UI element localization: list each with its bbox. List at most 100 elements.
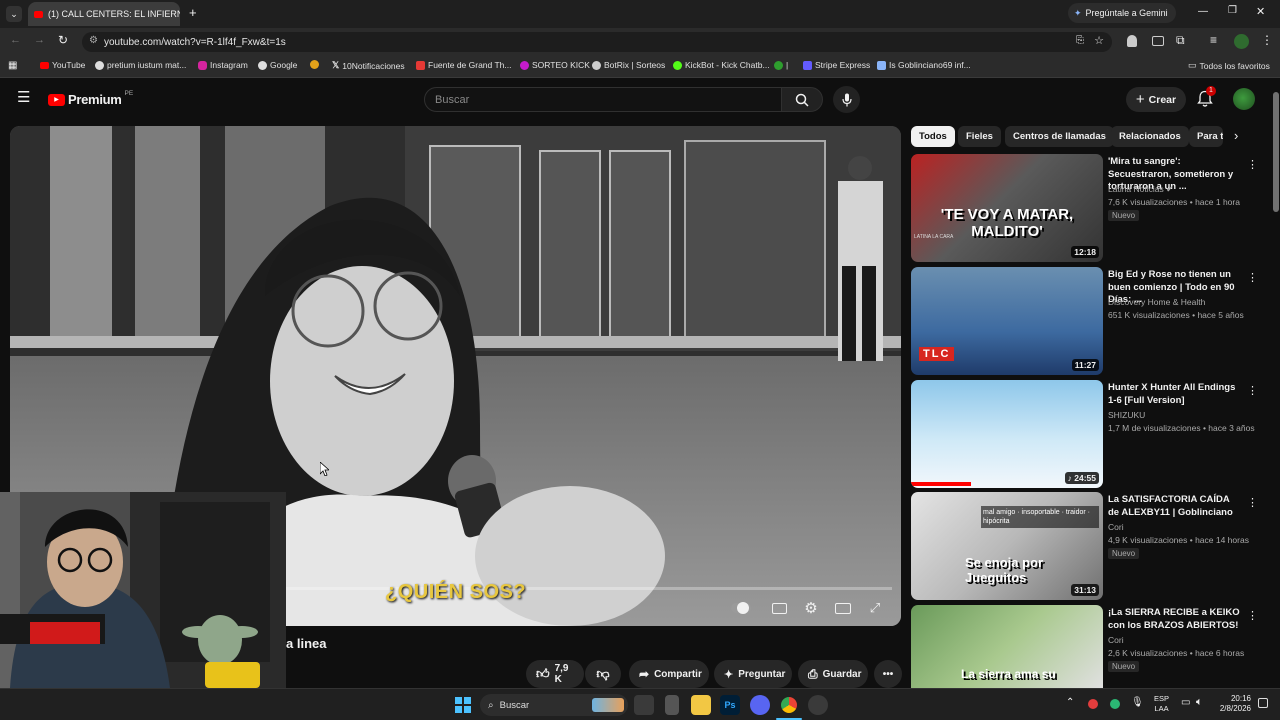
gemini-button[interactable]: ✦ Pregúntale a Gemini xyxy=(1068,3,1176,23)
subtitles-button[interactable] xyxy=(767,596,791,620)
new-tab-button[interactable]: + xyxy=(189,5,197,20)
recommendation-item[interactable]: 'TE VOY A MATAR, MALDITO' LATINA LA CARA… xyxy=(911,154,1261,262)
url-field[interactable]: ⚙ youtube.com/watch?v=R-1lf4f_Fxw&t=1s ⎘… xyxy=(82,32,1112,52)
video-thumbnail[interactable]: 'TE VOY A MATAR, MALDITO' LATINA LA CARA… xyxy=(911,154,1103,262)
chevron-up-icon[interactable]: ⌃ xyxy=(1066,697,1074,708)
recommendation-item[interactable]: mal amigo · insoportable · traidor · hip… xyxy=(911,492,1261,600)
recommendation-item[interactable]: TLC 11:27 Big Ed y Rose no tienen un bue… xyxy=(911,267,1261,375)
bookmark-colorful[interactable] xyxy=(310,60,319,69)
channel-name[interactable]: Latina Noticias ✔ xyxy=(1108,184,1173,195)
chip-todos[interactable]: Todos xyxy=(911,126,955,147)
more-vertical-icon[interactable]: ⋮ xyxy=(1247,496,1258,509)
hamburger-menu-icon[interactable]: ☰ xyxy=(17,90,30,105)
recommendation-item[interactable]: La sierra ama su ¡La SIERRA RECIBE a KEI… xyxy=(911,605,1261,688)
tab-active[interactable]: (1) CALL CENTERS: EL INFIERNO ✕ xyxy=(28,2,180,26)
taskbar-search[interactable]: ⌕ Buscar xyxy=(480,694,628,716)
channel-name[interactable]: Discovery Home & Health xyxy=(1108,297,1205,307)
site-info-icon[interactable]: ⚙ xyxy=(89,35,98,46)
photoshop-icon[interactable]: Ps xyxy=(720,695,740,715)
video-thumbnail[interactable]: La sierra ama su xyxy=(911,605,1103,688)
ask-button[interactable]: ✦ Preguntar xyxy=(714,660,792,688)
search-button[interactable] xyxy=(781,87,823,112)
autoplay-toggle[interactable] xyxy=(729,596,753,620)
more-vertical-icon[interactable]: ⋮ xyxy=(1247,609,1258,622)
reading-list-icon[interactable]: ≡ xyxy=(1210,33,1217,47)
channel-name[interactable]: SHIZUKU xyxy=(1108,410,1145,420)
apps-grid-icon[interactable]: ▦ xyxy=(8,60,17,71)
discord-icon[interactable] xyxy=(750,695,770,715)
like-button[interactable]: 👍︎ 7,9 K xyxy=(526,660,584,688)
clock[interactable]: 20:16 2/8/2026 xyxy=(1215,694,1251,714)
video-progress-bar[interactable] xyxy=(286,587,892,590)
app-icon[interactable] xyxy=(808,695,828,715)
bookmark-green[interactable]: | xyxy=(774,60,788,70)
youtube-premium-logo[interactable]: ▶ Premium PE xyxy=(48,90,133,107)
app-icon[interactable] xyxy=(665,695,679,715)
extension-icon[interactable] xyxy=(1152,36,1164,46)
all-bookmarks-folder[interactable]: ▭ Todos los favoritos xyxy=(1188,60,1270,71)
file-explorer-icon[interactable] xyxy=(691,695,711,715)
chip-centros-de-llamadas[interactable]: Centros de llamadas xyxy=(1005,126,1114,147)
chips-next-icon[interactable]: › xyxy=(1234,128,1238,143)
share-button[interactable]: ➦ Compartir xyxy=(629,660,709,688)
maximize-window-icon[interactable]: ❐ xyxy=(1228,5,1237,16)
extensions-puzzle-icon[interactable]: ⧉ xyxy=(1176,33,1185,48)
theater-mode-button[interactable] xyxy=(831,596,855,620)
forward-icon[interactable]: → xyxy=(34,34,45,46)
voice-search-button[interactable] xyxy=(833,86,860,113)
bookmark-google[interactable]: Google xyxy=(258,60,297,70)
reload-icon[interactable]: ↻ xyxy=(58,33,68,47)
minimize-window-icon[interactable]: — xyxy=(1198,6,1208,17)
bookmark-stripe[interactable]: Stripe Express xyxy=(803,60,870,70)
more-actions-button[interactable]: ••• xyxy=(874,660,902,688)
save-button[interactable]: ⎙ Guardar xyxy=(798,660,868,688)
bookmark-x-notifications[interactable]: 𝕏 10Notificaciones xyxy=(332,60,405,71)
browser-menu-icon[interactable]: ⋮ xyxy=(1261,33,1273,47)
bookmark-instagram[interactable]: Instagram xyxy=(198,60,248,70)
chip-para-ti[interactable]: Para t xyxy=(1189,126,1223,147)
notification-center-icon[interactable] xyxy=(1258,698,1268,708)
bookmark-sorteo-kick[interactable]: SORTEO KICK xyxy=(520,60,590,70)
settings-button[interactable]: ⚙ xyxy=(799,596,823,620)
back-icon[interactable]: ← xyxy=(10,34,21,46)
page-scrollbar[interactable] xyxy=(1272,78,1280,688)
close-window-icon[interactable]: ✕ xyxy=(1256,5,1265,18)
video-thumbnail[interactable]: ♪ 24:55 xyxy=(911,380,1103,488)
video-thumbnail[interactable]: TLC 11:27 xyxy=(911,267,1103,375)
language-indicator[interactable]: ESP LAA xyxy=(1154,694,1169,714)
dislike-button[interactable]: 👎︎ xyxy=(585,660,621,688)
chip-relacionados[interactable]: Relacionados xyxy=(1111,126,1189,147)
extension-icon[interactable] xyxy=(1127,35,1137,47)
scrollbar-thumb[interactable] xyxy=(1273,92,1279,212)
channel-name[interactable]: Cori xyxy=(1108,635,1124,645)
channel-name[interactable]: Cori xyxy=(1108,522,1124,532)
more-vertical-icon[interactable]: ⋮ xyxy=(1247,271,1258,284)
tray-app-icon[interactable] xyxy=(1110,699,1120,709)
video-thumbnail[interactable]: mal amigo · insoportable · traidor · hip… xyxy=(911,492,1103,600)
bookmark-star-icon[interactable]: ☆ xyxy=(1094,34,1104,47)
windows-start-icon[interactable] xyxy=(455,697,471,713)
microphone-icon[interactable]: 🎙︎ xyxy=(1131,697,1144,708)
create-button[interactable]: + Crear xyxy=(1126,87,1186,112)
bookmark-youtube[interactable]: YouTube xyxy=(40,60,85,70)
task-view-icon[interactable] xyxy=(634,695,654,715)
more-vertical-icon[interactable]: ⋮ xyxy=(1247,158,1258,171)
network-icon[interactable]: ▭ xyxy=(1181,697,1190,708)
profile-avatar[interactable] xyxy=(1234,34,1249,49)
bookmark-goblinciano[interactable]: Is Goblinciano69 inf... xyxy=(877,60,971,70)
volume-icon[interactable]: 🔈︎ xyxy=(1196,696,1203,709)
chrome-icon[interactable] xyxy=(779,695,799,715)
search-input[interactable]: Buscar xyxy=(424,87,782,112)
fullscreen-button[interactable]: ⤢ xyxy=(863,596,887,620)
notifications-button[interactable]: 1 xyxy=(1197,86,1216,113)
more-vertical-icon[interactable]: ⋮ xyxy=(1247,384,1258,397)
recommendation-item[interactable]: ♪ 24:55 Hunter X Hunter All Endings 1-6 … xyxy=(911,380,1261,488)
tray-app-icon[interactable] xyxy=(1088,699,1098,709)
bookmark-pretium[interactable]: pretium iustum mat... xyxy=(95,60,186,70)
bookmark-gta-font[interactable]: Fuente de Grand Th... xyxy=(416,60,511,70)
chip-fieles[interactable]: Fieles xyxy=(958,126,1001,147)
install-app-icon[interactable]: ⎘ xyxy=(1076,35,1084,46)
tab-search-button[interactable]: ⌄ xyxy=(6,6,22,22)
account-avatar[interactable] xyxy=(1233,88,1255,110)
bookmark-kickbot[interactable]: KickBot - Kick Chatb... xyxy=(673,60,770,70)
